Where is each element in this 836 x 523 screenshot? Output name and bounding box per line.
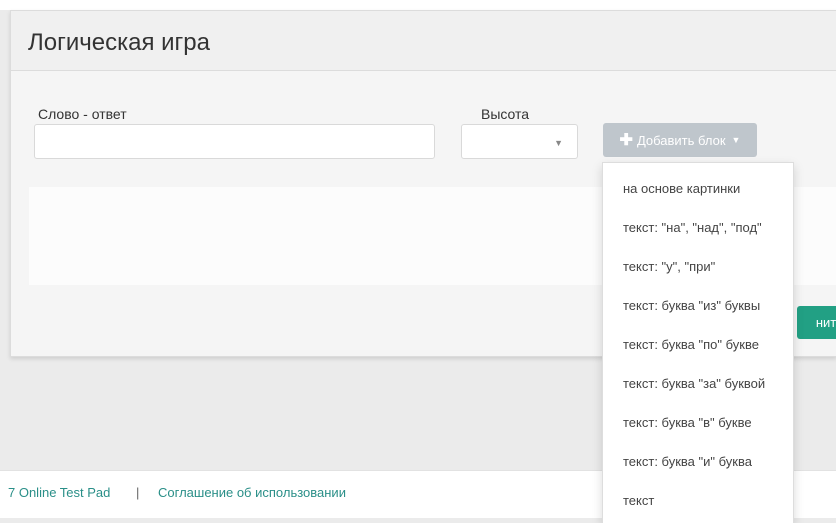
height-select[interactable]: ▼ [461, 124, 578, 159]
chevron-down-icon: ▼ [554, 138, 563, 148]
menu-item-letter-v-letter[interactable]: текст: буква "в" букве [623, 415, 752, 430]
menu-item-letter-iz-letter[interactable]: текст: буква "из" буквы [623, 298, 760, 313]
add-block-dropdown-menu: на основе картинки текст: "на", "над", "… [602, 162, 794, 523]
menu-item-text[interactable]: текст [623, 493, 654, 508]
menu-item-text-na-nad-pod[interactable]: текст: "на", "над", "под" [623, 220, 762, 235]
menu-item-image-based[interactable]: на основе картинки [623, 181, 740, 196]
height-label: Высота [481, 106, 530, 122]
add-block-button[interactable]: ✚ Добавить блок ▼ [603, 123, 757, 157]
answer-input[interactable] [34, 124, 435, 159]
plus-icon: ✚ [619, 132, 633, 149]
menu-item-letter-i-letter[interactable]: текст: буква "и" буква [623, 454, 752, 469]
brand-link[interactable]: 7 Online Test Pad [8, 485, 110, 500]
page-title: Логическая игра [28, 29, 211, 56]
top-strip [0, 0, 836, 10]
card-header: Логическая игра [11, 11, 836, 71]
footer-separator: | [136, 485, 140, 500]
save-button[interactable]: нить [797, 306, 836, 339]
answer-label: Слово - ответ [38, 106, 127, 122]
save-button-label: нить [815, 315, 836, 330]
add-block-label: Добавить блок [636, 132, 726, 148]
menu-item-text-u-pri[interactable]: текст: "у", "при" [623, 259, 715, 274]
agreement-link[interactable]: Соглашение об использовании [158, 485, 346, 500]
menu-item-letter-po-letter[interactable]: текст: буква "по" букве [623, 337, 759, 352]
menu-item-letter-za-letter[interactable]: текст: буква "за" буквой [623, 376, 765, 391]
caret-down-icon: ▼ [731, 135, 741, 145]
